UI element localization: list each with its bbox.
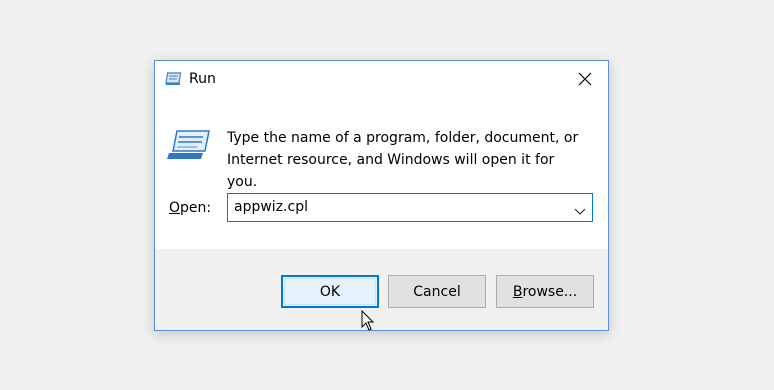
open-label-text: pen: (180, 200, 212, 216)
open-label: Open: (169, 200, 211, 216)
dialog-body: Type the name of a program, folder, docu… (155, 99, 608, 249)
description-line-2: Internet resource, and Windows will open… (227, 152, 555, 190)
browse-accelerator: B (512, 283, 523, 300)
window-title: Run (189, 71, 216, 87)
close-button[interactable] (562, 61, 608, 99)
run-icon (165, 71, 183, 87)
close-icon (578, 71, 592, 90)
browse-label-text: rowse... (522, 283, 578, 300)
run-program-icon (167, 129, 211, 161)
cancel-button[interactable]: Cancel (388, 275, 486, 308)
button-bar: OK Cancel Browse... (155, 249, 608, 330)
title-bar[interactable]: Run (155, 61, 608, 99)
open-combobox[interactable] (227, 193, 593, 222)
cancel-button-label: Cancel (413, 283, 461, 300)
open-label-accelerator: O (169, 200, 181, 216)
browse-button-label: Browse... (513, 284, 577, 300)
mouse-cursor-icon (361, 309, 375, 332)
chevron-down-icon[interactable] (574, 202, 586, 215)
run-dialog: Run Type the name of a program, folder, … (154, 60, 609, 331)
description-text: Type the name of a program, folder, docu… (227, 127, 587, 193)
open-input[interactable] (234, 199, 554, 215)
browse-button[interactable]: Browse... (496, 275, 594, 308)
ok-button-label: OK (319, 283, 341, 300)
description-line-1: Type the name of a program, folder, docu… (227, 130, 579, 146)
ok-button[interactable]: OK (281, 275, 379, 308)
